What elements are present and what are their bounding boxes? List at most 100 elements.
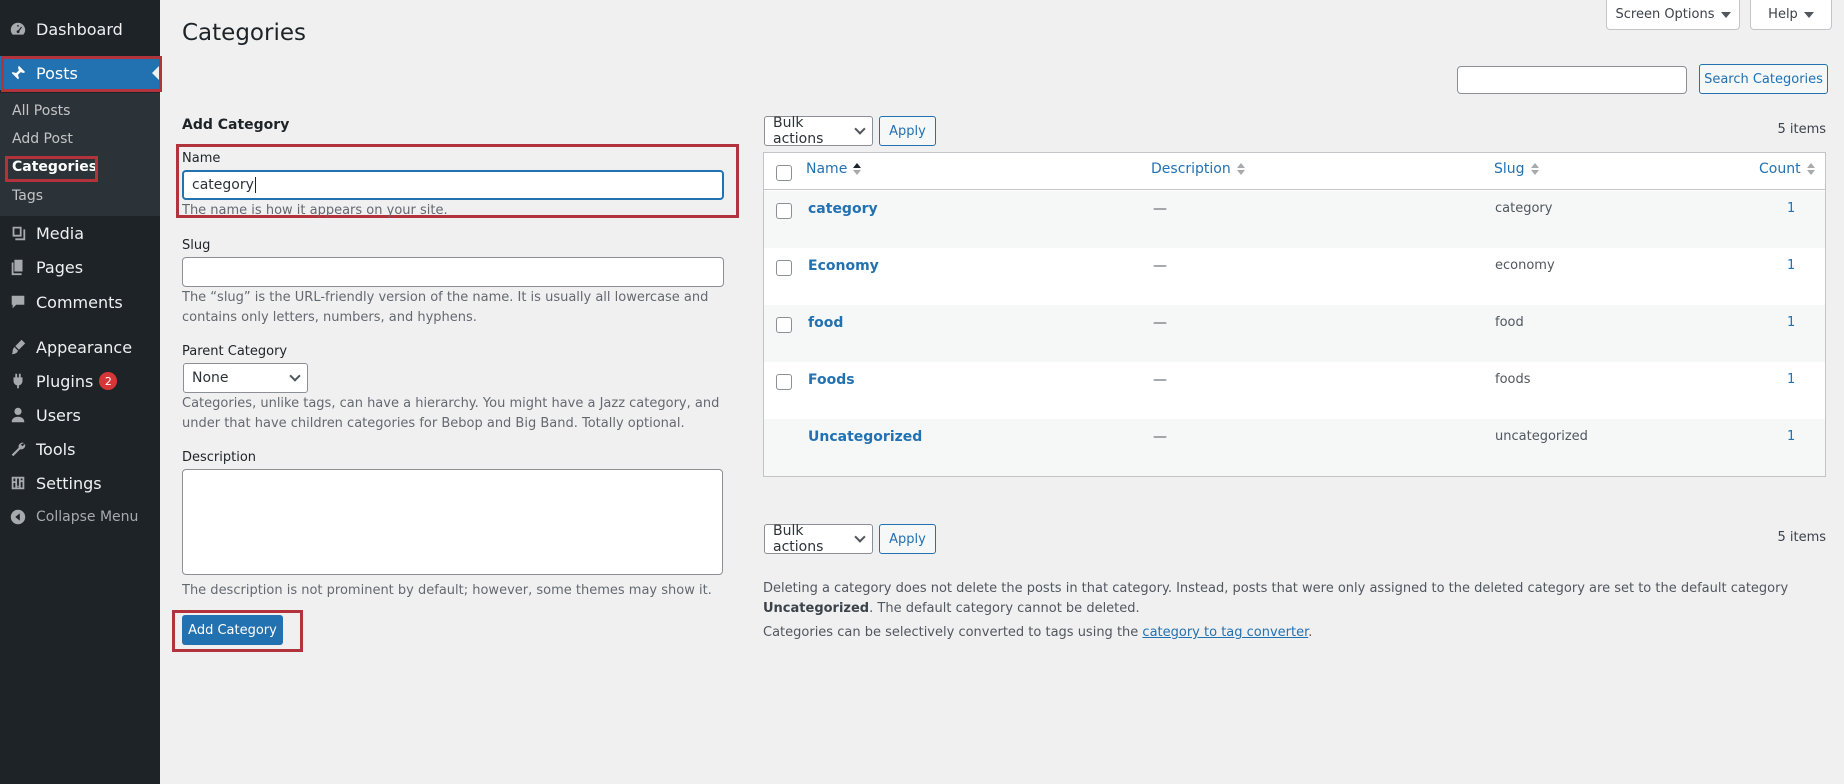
column-slug-header[interactable]: Slug bbox=[1494, 161, 1539, 177]
collapse-menu-label: Collapse Menu bbox=[36, 509, 139, 525]
add-category-button[interactable]: Add Category bbox=[182, 615, 283, 645]
bulk-actions-label: Bulk actions bbox=[773, 115, 824, 147]
pages-icon bbox=[0, 258, 36, 276]
dashboard-icon bbox=[0, 20, 36, 38]
pin-icon bbox=[0, 64, 36, 82]
description-label: Description bbox=[182, 450, 257, 465]
name-label: Name bbox=[182, 151, 221, 166]
category-name-link[interactable]: Economy bbox=[808, 258, 879, 274]
column-name-header[interactable]: Name bbox=[806, 161, 862, 177]
media-icon bbox=[0, 224, 36, 242]
items-count-top: 5 items bbox=[1777, 122, 1826, 137]
description-textarea[interactable] bbox=[182, 469, 723, 575]
column-description-label: Description bbox=[1151, 161, 1231, 177]
apply-button-top[interactable]: Apply bbox=[879, 116, 936, 146]
sort-icon bbox=[1530, 163, 1539, 175]
bulk-actions-select-bottom[interactable]: Bulk actions bbox=[764, 523, 873, 555]
category-count-link[interactable]: 1 bbox=[1787, 372, 1795, 387]
submenu-all-posts[interactable]: All Posts bbox=[12, 103, 70, 119]
submenu-add-post[interactable]: Add Post bbox=[12, 131, 73, 147]
parent-category-select[interactable]: None bbox=[183, 363, 308, 393]
search-categories-input[interactable] bbox=[1457, 66, 1687, 94]
sort-icon bbox=[1806, 163, 1815, 175]
category-name-link[interactable]: Foods bbox=[808, 372, 855, 388]
bulk-actions-select-top[interactable]: Bulk actions bbox=[764, 115, 873, 147]
bulk-actions-label: Bulk actions bbox=[773, 523, 824, 555]
menu-posts[interactable]: Posts bbox=[0, 56, 160, 90]
help-button[interactable]: Help bbox=[1750, 0, 1832, 30]
category-description: — bbox=[1153, 258, 1167, 274]
category-count-link[interactable]: 1 bbox=[1787, 315, 1795, 330]
category-name-link[interactable]: Uncategorized bbox=[808, 429, 922, 445]
table-row: food — food 1 bbox=[764, 305, 1825, 362]
category-slug: foods bbox=[1495, 372, 1531, 387]
submenu-categories[interactable]: Categories bbox=[12, 159, 97, 175]
table-row: Foods — foods 1 bbox=[764, 362, 1825, 419]
chevron-down-icon bbox=[854, 123, 866, 135]
collapse-menu-button[interactable]: Collapse Menu bbox=[0, 500, 160, 534]
select-all-checkbox[interactable] bbox=[776, 165, 792, 181]
table-row: Uncategorized — uncategorized 1 bbox=[764, 419, 1825, 476]
chevron-down-icon bbox=[289, 370, 301, 382]
note-text: . bbox=[1308, 625, 1313, 640]
menu-comments-label: Comments bbox=[36, 292, 123, 312]
menu-settings-label: Settings bbox=[36, 473, 102, 493]
menu-users[interactable]: Users bbox=[0, 398, 160, 432]
category-description: — bbox=[1153, 315, 1167, 331]
category-count-link[interactable]: 1 bbox=[1787, 201, 1795, 216]
default-category-name: Uncategorized bbox=[763, 601, 870, 616]
row-checkbox[interactable] bbox=[776, 203, 792, 219]
menu-appearance-label: Appearance bbox=[36, 337, 133, 357]
submenu-tags[interactable]: Tags bbox=[12, 188, 43, 204]
category-to-tag-converter-link[interactable]: category to tag converter bbox=[1142, 625, 1308, 640]
parent-category-hint: Categories, unlike tags, can have a hier… bbox=[182, 396, 720, 431]
name-hint: The name is how it appears on your site. bbox=[182, 203, 448, 217]
slug-input[interactable] bbox=[182, 257, 724, 287]
row-checkbox[interactable] bbox=[776, 260, 792, 276]
plugin-icon bbox=[0, 372, 36, 390]
menu-tools-label: Tools bbox=[36, 439, 76, 459]
category-description: — bbox=[1153, 429, 1167, 445]
menu-media-label: Media bbox=[36, 223, 85, 243]
apply-button-bottom[interactable]: Apply bbox=[879, 524, 936, 554]
row-checkbox[interactable] bbox=[776, 374, 792, 390]
admin-sidebar: Dashboard Posts All Posts Add Post Categ… bbox=[0, 0, 160, 784]
menu-settings[interactable]: Settings bbox=[0, 466, 160, 500]
chevron-down-icon bbox=[854, 531, 866, 543]
column-description-header[interactable]: Description bbox=[1151, 161, 1245, 177]
current-menu-arrow bbox=[152, 65, 160, 81]
plugins-update-badge: 2 bbox=[99, 372, 118, 390]
menu-tools[interactable]: Tools bbox=[0, 432, 160, 466]
menu-plugins[interactable]: Plugins 2 bbox=[0, 364, 160, 398]
category-count-link[interactable]: 1 bbox=[1787, 258, 1795, 273]
category-slug: food bbox=[1495, 315, 1524, 330]
settings-icon bbox=[0, 474, 36, 492]
parent-category-value: None bbox=[192, 370, 229, 386]
caret-down-icon bbox=[1803, 11, 1814, 18]
menu-plugins-label: Plugins bbox=[36, 371, 94, 391]
menu-dashboard-label: Dashboard bbox=[36, 19, 123, 39]
column-count-label: Count bbox=[1759, 161, 1801, 177]
menu-pages[interactable]: Pages bbox=[0, 250, 160, 284]
parent-category-label: Parent Category bbox=[182, 344, 288, 359]
note-text: . The default category cannot be deleted… bbox=[869, 601, 1140, 616]
note-text: Deleting a category does not delete the … bbox=[763, 581, 1789, 596]
category-count-link[interactable]: 1 bbox=[1787, 429, 1795, 444]
category-name-link[interactable]: food bbox=[808, 315, 843, 331]
search-categories-button[interactable]: Search Categories bbox=[1699, 64, 1828, 94]
menu-appearance[interactable]: Appearance bbox=[0, 330, 160, 364]
row-checkbox[interactable] bbox=[776, 317, 792, 333]
note-text: Categories can be selectively converted … bbox=[763, 625, 1143, 640]
screen-options-button[interactable]: Screen Options bbox=[1606, 0, 1740, 30]
collapse-icon bbox=[0, 508, 36, 526]
name-input[interactable]: category bbox=[182, 170, 724, 200]
menu-media[interactable]: Media bbox=[0, 216, 160, 250]
category-description: — bbox=[1153, 201, 1167, 217]
menu-comments[interactable]: Comments bbox=[0, 285, 160, 319]
category-description: — bbox=[1153, 372, 1167, 388]
category-name-link[interactable]: category bbox=[808, 201, 878, 217]
sort-icon bbox=[1236, 163, 1245, 175]
menu-dashboard[interactable]: Dashboard bbox=[0, 12, 160, 46]
comments-icon bbox=[0, 293, 36, 311]
column-count-header[interactable]: Count bbox=[1759, 161, 1815, 177]
